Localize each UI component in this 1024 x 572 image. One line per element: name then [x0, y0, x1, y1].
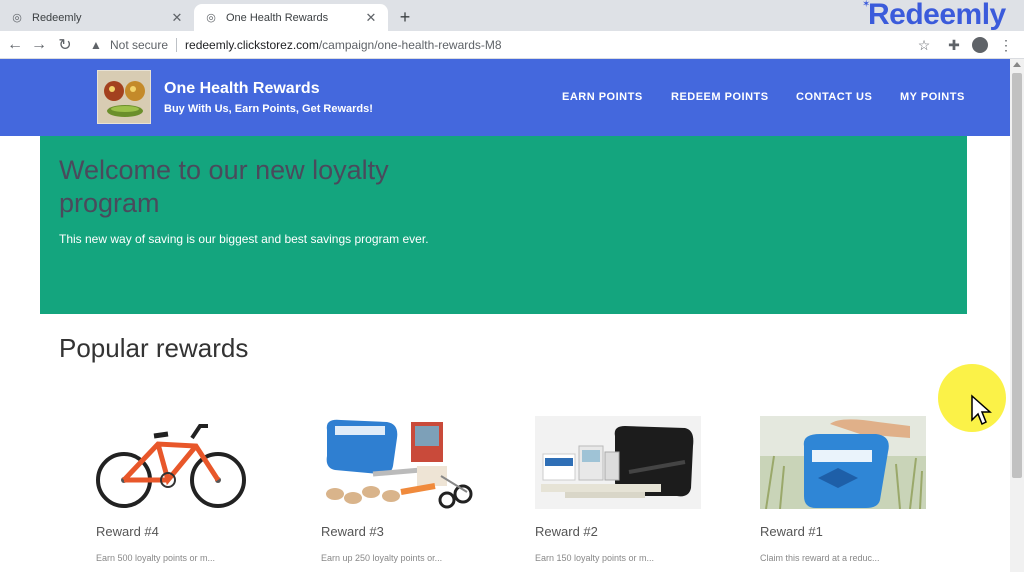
url-path[interactable]: /campaign/one-health-rewards-M8: [319, 38, 502, 52]
popular-rewards-heading: Popular rewards: [59, 333, 249, 363]
security-label[interactable]: Not secure: [110, 38, 168, 52]
redeemly-favicon-icon: ◎: [12, 12, 22, 24]
reward-card[interactable]: Reward #3 Earn up 250 loyalty points or.…: [321, 406, 511, 572]
browser-tab-strip: ◎ Redeemly ✕ ◎ One Health Rewards ✕ + ✶ …: [0, 0, 1024, 31]
site-header: One Health Rewards Buy With Us, Earn Poi…: [0, 59, 1010, 136]
nav-contact-us[interactable]: CONTACT US: [796, 91, 872, 103]
reward-description: Claim this reward at a reduc...: [760, 553, 880, 563]
nav-my-points[interactable]: MY POINTS: [900, 91, 965, 103]
reward-title[interactable]: Reward #3: [321, 524, 384, 539]
warning-icon[interactable]: ▲: [90, 38, 104, 52]
back-arrow-icon[interactable]: ←: [4, 34, 26, 56]
omnibox-divider: [176, 38, 178, 52]
browser-tab-one-health-rewards[interactable]: ◎ One Health Rewards ✕: [194, 4, 388, 31]
profile-avatar-icon[interactable]: [970, 35, 990, 55]
reward-image-medical-kit-bag[interactable]: [760, 416, 926, 509]
close-tab-icon[interactable]: ✕: [364, 10, 378, 25]
reward-image-glucose-monitor-kit[interactable]: [535, 416, 701, 509]
reward-image-first-aid-kit[interactable]: [321, 416, 487, 509]
close-tab-icon[interactable]: ✕: [170, 10, 184, 25]
tab-title: One Health Rewards: [226, 11, 329, 24]
kebab-menu-icon[interactable]: ⋮: [996, 35, 1016, 55]
site-logo[interactable]: [97, 70, 151, 124]
hero-title: Welcome to our new loyalty program: [59, 155, 389, 218]
reward-card[interactable]: Reward #1 Claim this reward at a reduc..…: [760, 406, 950, 572]
scroll-up-arrow-icon[interactable]: [1013, 62, 1021, 67]
hero-subtitle: This new way of saving is our biggest an…: [59, 232, 429, 246]
reward-description: Earn 150 loyalty points or m...: [535, 553, 655, 563]
mouse-pointer-icon: [971, 394, 992, 426]
reward-card[interactable]: Reward #2 Earn 150 loyalty points or m..…: [535, 406, 725, 572]
url-host[interactable]: redeemly.clickstorez.com: [185, 38, 319, 52]
reward-title[interactable]: Reward #4: [96, 524, 159, 539]
reward-image-bicycle[interactable]: [96, 416, 262, 509]
tab-title: Redeemly: [32, 11, 82, 24]
site-tagline: Buy With Us, Earn Points, Get Rewards!: [164, 103, 373, 115]
browser-tab-redeemly[interactable]: ◎ Redeemly ✕: [0, 4, 194, 31]
scrollbar-thumb[interactable]: [1012, 73, 1022, 478]
reward-card[interactable]: Reward #4 Earn 500 loyalty points or m..…: [96, 406, 286, 572]
redeemly-watermark-logo: Redeemly: [868, 0, 1006, 31]
reward-title[interactable]: Reward #2: [535, 524, 598, 539]
nav-redeem-points[interactable]: REDEEM POINTS: [671, 91, 769, 103]
reward-description: Earn 500 loyalty points or m...: [96, 553, 216, 563]
redeemly-favicon-icon: ◎: [206, 12, 216, 24]
nav-earn-points[interactable]: EARN POINTS: [562, 91, 643, 103]
hero-banner: Welcome to our new loyalty program This …: [40, 136, 967, 314]
site-name: One Health Rewards: [164, 80, 320, 97]
new-tab-button[interactable]: +: [394, 6, 416, 28]
reward-description: Earn up 250 loyalty points or...: [321, 553, 443, 563]
reward-title[interactable]: Reward #1: [760, 524, 823, 539]
forward-arrow-icon[interactable]: →: [28, 34, 50, 56]
address-bar[interactable]: ▲ Not secure redeemly.clickstorez.com/ca…: [84, 33, 940, 57]
page-scrollbar[interactable]: [1010, 59, 1024, 572]
browser-toolbar: ← → ↻ ▲ Not secure redeemly.clickstorez.…: [0, 31, 1024, 59]
reload-icon[interactable]: ↻: [54, 34, 76, 56]
extensions-puzzle-icon[interactable]: ✚: [944, 35, 964, 55]
bookmark-star-icon[interactable]: ☆: [914, 35, 934, 55]
